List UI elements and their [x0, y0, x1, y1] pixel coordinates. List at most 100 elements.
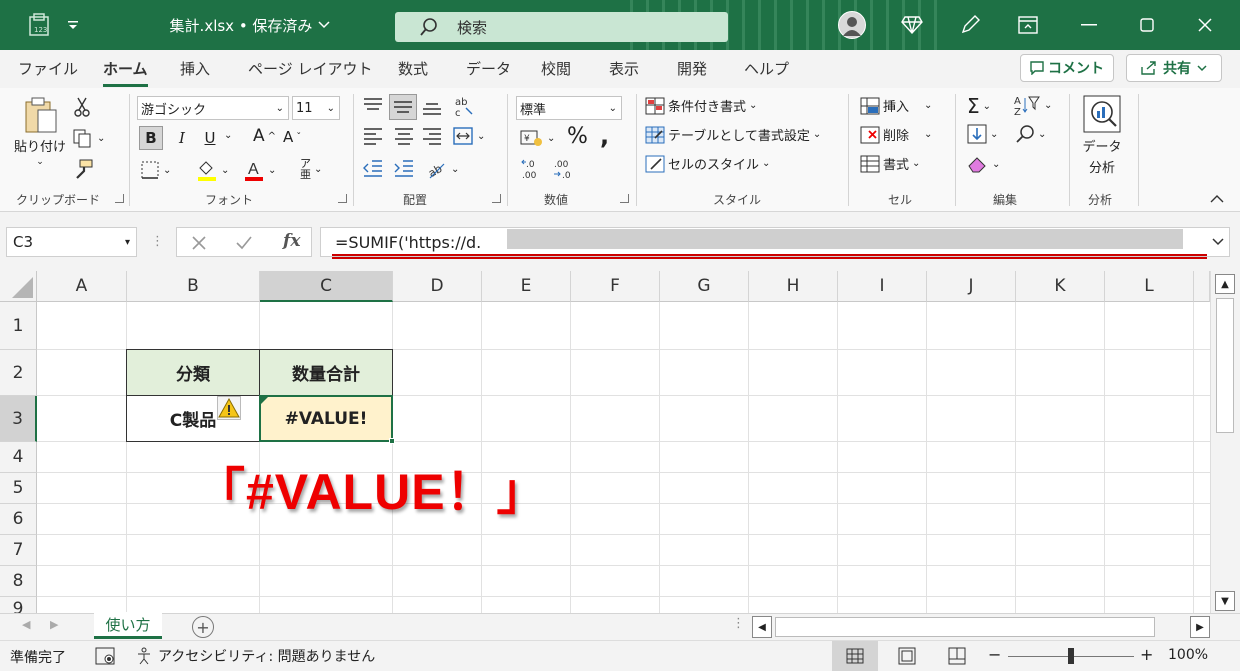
row-header-2[interactable]: 2	[0, 350, 37, 396]
zoom-level[interactable]: 100%	[1168, 647, 1208, 663]
row-header-6[interactable]: 6	[0, 504, 37, 535]
fill-down-icon[interactable]: ⌄	[967, 124, 998, 144]
account-avatar[interactable]	[838, 11, 866, 39]
analyze-data-button[interactable]: データ 分析	[1082, 94, 1122, 176]
tab-splitter-icon[interactable]: ⋮	[732, 616, 745, 631]
tab-file[interactable]: ファイル	[18, 58, 78, 79]
alignment-launcher-icon[interactable]	[492, 194, 501, 203]
enter-check-icon[interactable]	[235, 235, 253, 251]
autosave-icon[interactable]: 123	[22, 0, 56, 50]
orientation-icon[interactable]: abc	[452, 94, 476, 118]
ribbon-display-icon[interactable]	[1014, 0, 1042, 50]
text-angle-icon[interactable]: ab ⌄	[426, 158, 459, 180]
zoom-out-icon[interactable]: −	[988, 645, 1001, 664]
cancel-icon[interactable]	[191, 235, 207, 251]
page-break-view-icon[interactable]	[948, 647, 966, 665]
font-launcher-icon[interactable]	[338, 194, 347, 203]
name-box[interactable]: C3 ▾	[6, 227, 137, 257]
row-header-9[interactable]: 9	[0, 597, 37, 613]
column-header-e[interactable]: E	[482, 271, 571, 302]
autosum-icon[interactable]: Σ ⌄	[967, 94, 991, 118]
page-layout-view-icon[interactable]	[898, 647, 916, 665]
underline-button[interactable]: U	[200, 126, 220, 150]
increase-font-icon[interactable]: A ^	[253, 126, 276, 146]
delete-cells-button[interactable]: 削除 ⌄	[860, 125, 932, 144]
cell-styles-button[interactable]: セルのスタイル ⌄	[645, 154, 770, 173]
scroll-down-arrow-icon[interactable]: ▼	[1215, 591, 1235, 611]
premium-diamond-icon[interactable]	[898, 0, 926, 50]
merge-center-icon[interactable]: ⌄	[452, 126, 485, 146]
close-button[interactable]	[1188, 0, 1222, 50]
font-size-select[interactable]: 11 ⌄	[292, 96, 340, 120]
align-left-icon[interactable]	[362, 126, 384, 146]
table-header-category[interactable]: 分類	[126, 349, 260, 396]
accessibility-status[interactable]: アクセシビリティ: 問題ありません	[136, 646, 375, 666]
find-select-icon[interactable]: ⌄	[1015, 124, 1046, 144]
italic-button[interactable]: I	[173, 126, 191, 150]
scroll-up-arrow-icon[interactable]: ▲	[1215, 274, 1235, 294]
column-header-c[interactable]: C	[260, 271, 393, 302]
file-title[interactable]: 集計.xlsx • 保存済み	[160, 0, 340, 50]
decrease-font-icon[interactable]: Aˇ	[283, 128, 301, 146]
expand-formula-icon[interactable]	[1212, 238, 1224, 246]
insert-function-icon[interactable]: fx	[283, 231, 300, 251]
search-box[interactable]: 検索	[395, 12, 728, 42]
quick-access-dropdown-icon[interactable]	[60, 0, 86, 50]
chevron-down-icon[interactable]: ⌄	[224, 130, 232, 141]
hscroll-right-arrow-icon[interactable]: ▶	[1190, 616, 1210, 638]
table-header-total[interactable]: 数量合計	[259, 349, 393, 396]
align-bottom-icon[interactable]	[421, 96, 443, 118]
maximize-button[interactable]	[1130, 0, 1164, 50]
collapse-ribbon-icon[interactable]	[1210, 194, 1224, 204]
column-header-g[interactable]: G	[660, 271, 749, 302]
indent-icon[interactable]	[393, 158, 415, 178]
row-header-3[interactable]: 3	[0, 396, 37, 442]
copy-icon[interactable]: ⌄	[72, 128, 105, 148]
row-header-8[interactable]: 8	[0, 566, 37, 597]
border-icon[interactable]: ⌄	[140, 160, 171, 180]
format-painter-icon[interactable]	[72, 158, 94, 180]
column-header-a[interactable]: A	[37, 271, 127, 302]
row-header-7[interactable]: 7	[0, 535, 37, 566]
column-header-b[interactable]: B	[127, 271, 260, 302]
comma-icon[interactable]: ,	[600, 122, 609, 150]
outdent-icon[interactable]	[362, 158, 384, 178]
column-header-k[interactable]: K	[1016, 271, 1105, 302]
sort-filter-icon[interactable]: A Z ⌄	[1013, 94, 1052, 116]
minimize-button[interactable]	[1072, 0, 1106, 50]
align-center-icon[interactable]	[393, 126, 415, 146]
number-launcher-icon[interactable]	[620, 194, 629, 203]
sheet-tab-usage[interactable]: 使い方	[94, 612, 162, 639]
tab-page-layout[interactable]: ページ レイアウト	[248, 58, 372, 79]
percent-icon[interactable]: %	[567, 124, 588, 149]
increase-decimal-icon[interactable]: .0.00	[520, 156, 546, 182]
tab-help[interactable]: ヘルプ	[744, 58, 789, 79]
hscroll-left-arrow-icon[interactable]: ◀	[752, 616, 772, 638]
zoom-slider-thumb[interactable]	[1068, 648, 1074, 664]
zoom-in-icon[interactable]: +	[1140, 645, 1153, 664]
column-header-h[interactable]: H	[749, 271, 838, 302]
column-header-j[interactable]: J	[927, 271, 1016, 302]
column-header-d[interactable]: D	[393, 271, 482, 302]
number-format-select[interactable]: 標準 ⌄	[516, 96, 622, 120]
tab-formulas[interactable]: 数式	[398, 58, 428, 79]
cut-icon[interactable]	[72, 96, 92, 118]
conditional-format-button[interactable]: 条件付き書式 ⌄	[645, 96, 757, 115]
column-header-i[interactable]: I	[838, 271, 927, 302]
tab-review[interactable]: 校閲	[541, 58, 571, 79]
bold-button[interactable]: B	[139, 126, 163, 150]
paste-button[interactable]: 貼り付け ⌄	[14, 96, 66, 167]
currency-icon[interactable]: ¥ ⌄	[520, 128, 555, 148]
fill-handle[interactable]	[389, 438, 395, 444]
align-middle-button[interactable]	[389, 94, 417, 120]
align-right-icon[interactable]	[421, 126, 443, 146]
sheet-prev-icon[interactable]: ◀	[22, 618, 30, 631]
row-header-1[interactable]: 1	[0, 302, 37, 350]
share-button[interactable]: 共有	[1126, 54, 1222, 82]
clear-icon[interactable]: ⌄	[967, 154, 1000, 174]
worksheet-grid[interactable]: A B C D E F G H I J K L 1 2 3 4 5 6 7 8 …	[0, 271, 1210, 613]
cell-c3[interactable]: #VALUE!	[259, 395, 393, 442]
vertical-scrollbar[interactable]: ▲ ▼	[1210, 271, 1240, 613]
row-header-5[interactable]: 5	[0, 473, 37, 504]
fill-color-icon[interactable]: ⌄	[196, 158, 229, 182]
